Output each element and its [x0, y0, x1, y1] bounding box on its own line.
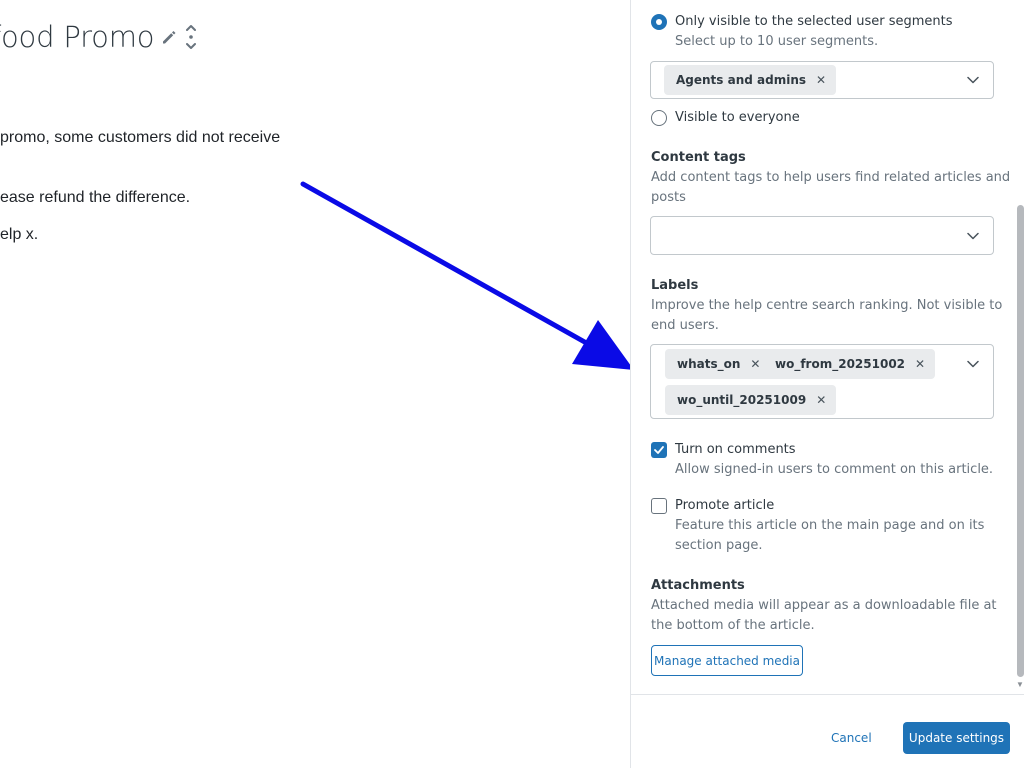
remove-tag-icon[interactable]: ✕	[816, 393, 826, 407]
radio-selected-segments-hint: Select up to 10 user segments.	[675, 34, 879, 49]
promote-article-hint-2: section page.	[675, 538, 763, 553]
checkmark-icon	[654, 446, 664, 454]
pencil-icon[interactable]	[161, 29, 177, 45]
scroll-down-icon[interactable]: ▼	[1016, 681, 1024, 689]
promote-article-hint-1: Feature this article on the main page an…	[675, 518, 985, 533]
attachments-hint-1: Attached media will appear as a download…	[651, 598, 997, 613]
content-tags-heading: Content tags	[651, 150, 746, 165]
label-tag: wo_from_20251002 ✕	[763, 349, 936, 379]
article-body-line-3[interactable]: elp x.	[0, 226, 38, 244]
user-segments-select[interactable]: Agents and admins ✕	[650, 61, 994, 99]
cancel-button[interactable]: Cancel	[831, 731, 872, 745]
segment-tag: Agents and admins ✕	[664, 65, 837, 95]
label-tag-text: wo_from_20251002	[775, 357, 906, 371]
article-editor: food Promo promo, some customers did not…	[0, 0, 630, 768]
labels-select[interactable]: whats_on ✕ wo_from_20251002 ✕ wo_until_2…	[650, 344, 994, 419]
turn-on-comments-label: Turn on comments	[675, 442, 796, 457]
label-tag: wo_until_20251009 ✕	[665, 385, 837, 415]
radio-selected-segments[interactable]	[651, 14, 667, 30]
labels-hint-2: end users.	[651, 318, 719, 333]
scrollbar-thumb[interactable]	[1017, 205, 1024, 677]
label-tag: whats_on ✕	[665, 349, 771, 379]
label-tag-text: whats_on	[677, 357, 741, 371]
promote-article-checkbox[interactable]	[651, 498, 667, 514]
update-settings-button[interactable]: Update settings	[903, 722, 1010, 754]
labels-heading: Labels	[651, 278, 699, 293]
radio-selected-segments-label: Only visible to the selected user segmen…	[675, 14, 953, 29]
content-tags-hint-2: posts	[651, 190, 686, 205]
chevron-down-icon[interactable]	[967, 232, 979, 240]
annotation-arrow	[300, 181, 630, 370]
attachments-heading: Attachments	[651, 578, 745, 593]
content-tags-hint-1: Add content tags to help users find rela…	[651, 170, 1011, 185]
radio-visible-everyone[interactable]	[651, 110, 667, 126]
labels-hint-1: Improve the help centre search ranking. …	[651, 298, 1003, 313]
attachments-hint-2: the bottom of the article.	[651, 618, 815, 633]
radio-visible-everyone-label: Visible to everyone	[675, 110, 800, 125]
title-row: food Promo	[0, 16, 197, 58]
article-settings-panel: Only visible to the selected user segmen…	[630, 0, 1024, 768]
article-body-line-2[interactable]: ease refund the difference.	[0, 189, 190, 207]
segment-tag-label: Agents and admins	[676, 73, 807, 87]
remove-tag-icon[interactable]: ✕	[816, 73, 826, 87]
remove-tag-icon[interactable]: ✕	[750, 357, 760, 371]
article-title[interactable]: food Promo	[0, 20, 155, 54]
settings-footer: Cancel Update settings	[631, 694, 1024, 768]
turn-on-comments-checkbox[interactable]	[651, 442, 667, 458]
promote-article-label: Promote article	[675, 498, 775, 513]
chevron-down-icon[interactable]	[967, 360, 979, 368]
label-tag-text: wo_until_20251009	[677, 393, 807, 407]
settings-scroll-area[interactable]: Only visible to the selected user segmen…	[631, 0, 1024, 694]
manage-attached-media-button[interactable]: Manage attached media	[651, 645, 803, 676]
article-body-line-1[interactable]: promo, some customers did not receive	[0, 129, 280, 147]
content-tags-select[interactable]	[650, 216, 994, 255]
turn-on-comments-hint: Allow signed-in users to comment on this…	[675, 462, 994, 477]
remove-tag-icon[interactable]: ✕	[915, 357, 925, 371]
chevron-down-icon[interactable]	[967, 76, 979, 84]
drag-handle-icon[interactable]	[186, 24, 197, 50]
